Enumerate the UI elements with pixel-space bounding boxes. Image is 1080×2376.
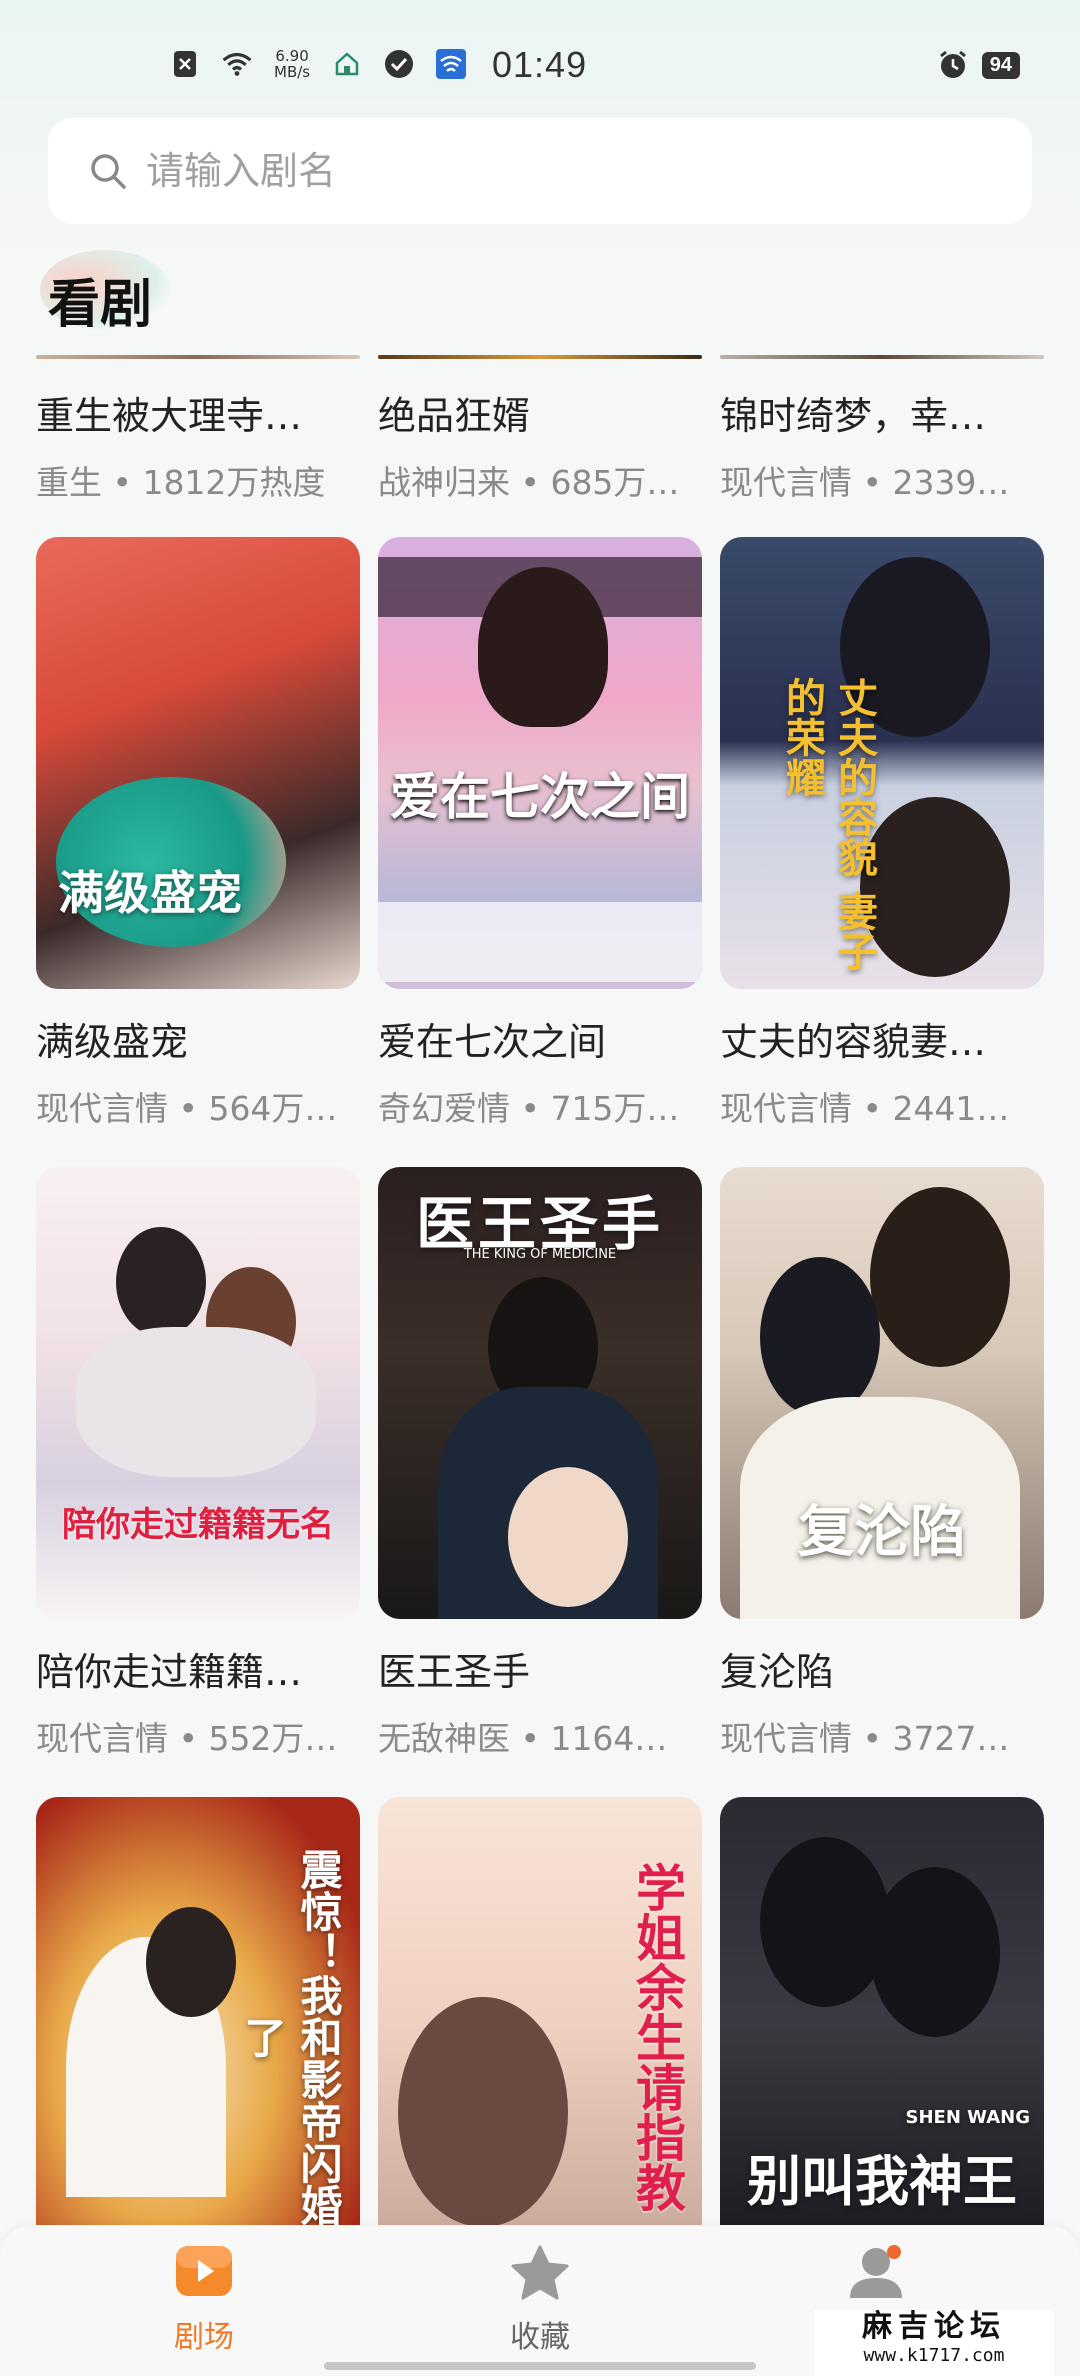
wifi-icon: [222, 49, 252, 79]
drama-meta: 奇幻爱情 • 715万…: [378, 1089, 680, 1128]
status-icons-right: 94: [938, 50, 1020, 80]
poster-subtitle: THE KING OF MEDICINE: [463, 1247, 617, 1262]
drama-poster[interactable]: SHEN WANG 别叫我神王: [720, 1797, 1044, 2225]
poster-figure: [870, 1187, 1010, 1367]
drama-title: 医王圣手: [378, 1650, 531, 1694]
battery-indicator: 94: [981, 51, 1020, 79]
drama-meta: 无敌神医 • 1164…: [378, 1719, 668, 1758]
poster-figure: [116, 1227, 206, 1337]
drama-meta: 重生 • 1812万热度: [36, 463, 326, 502]
poster-title: 震惊！我和影帝闪婚了: [238, 1848, 343, 2225]
nav-tab-theater[interactable]: 剧场: [124, 2244, 284, 2356]
drama-poster[interactable]: 丈夫的容貌 妻子的荣耀: [720, 537, 1044, 989]
poster-title: 别叫我神王: [747, 2149, 1017, 2213]
drama-poster[interactable]: 学姐余生请指教: [378, 1797, 702, 2225]
drama-meta: 现代言情 • 552万…: [36, 1719, 338, 1758]
drama-meta: 战神归来 • 685万…: [378, 463, 680, 502]
drama-card[interactable]: 学姐余生请指教: [378, 1797, 702, 2225]
drama-poster[interactable]: 医王圣手 THE KING OF MEDICINE: [378, 1167, 702, 1619]
drama-poster[interactable]: 复沦陷: [720, 1167, 1044, 1619]
home-indicator[interactable]: [324, 2362, 756, 2370]
poster-edge: [378, 355, 702, 359]
poster-edge: [720, 355, 1044, 359]
drama-meta: 现代言情 • 2339…: [720, 463, 1010, 502]
drama-poster[interactable]: 震惊！我和影帝闪婚了: [36, 1797, 360, 2225]
drama-card[interactable]: 爱在七次之间 爱在七次之间 奇幻爱情 • 715万…: [378, 537, 702, 1130]
poster-title: 满级盛宠: [58, 866, 242, 920]
clock: 01:49: [492, 44, 588, 85]
poster-title: 学姐余生请指教: [628, 1862, 687, 2212]
drama-card[interactable]: 重生被大理寺… 重生 • 1812万热度: [36, 355, 360, 504]
drama-poster[interactable]: 满级盛宠: [36, 537, 360, 989]
poster-figure: [860, 797, 1010, 977]
poster-figure: [508, 1467, 628, 1607]
app-icon: [436, 49, 467, 79]
network-speed: 6.90 MB/s: [274, 48, 310, 80]
drama-title: 重生被大理寺…: [36, 394, 303, 438]
watermark-title: 麻吉论坛: [862, 2309, 1006, 2344]
drama-card[interactable]: 陪你走过籍籍无名 陪你走过籍籍… 现代言情 • 552万…: [36, 1167, 360, 1760]
search-icon: [88, 151, 128, 191]
drama-card[interactable]: 满级盛宠 满级盛宠 现代言情 • 564万…: [36, 537, 360, 1130]
drama-card[interactable]: SHEN WANG 别叫我神王: [720, 1797, 1044, 2225]
drama-meta: 现代言情 • 3727…: [720, 1719, 1010, 1758]
drama-card[interactable]: 绝品狂婿 战神归来 • 685万…: [378, 355, 702, 504]
poster-figure: [760, 1837, 890, 2007]
drama-card[interactable]: 复沦陷 复沦陷 现代言情 • 3727…: [720, 1167, 1044, 1760]
nav-tab-favorites[interactable]: 收藏: [460, 2244, 620, 2356]
nfc-icon: [170, 49, 200, 79]
film-strip-bottom: [378, 902, 702, 982]
drama-title: 绝品狂婿: [378, 394, 531, 438]
poster-title: 丈夫的容貌 妻子的荣耀: [779, 677, 878, 971]
drama-card[interactable]: 锦时绮梦，幸… 现代言情 • 2339…: [720, 355, 1044, 504]
drama-title: 爱在七次之间: [378, 1020, 607, 1064]
drama-meta: 现代言情 • 564万…: [36, 1089, 338, 1128]
poster-figure: [760, 1257, 880, 1417]
drama-grid: 重生被大理寺… 重生 • 1812万热度 绝品狂婿 战神归来 • 685万… 锦…: [36, 355, 1044, 2225]
watermark: 麻吉论坛 www.k1717.com: [814, 2310, 1054, 2376]
drama-title: 丈夫的容貌妻…: [720, 1020, 987, 1064]
poster-title: 陪你走过籍籍无名: [62, 1505, 334, 1545]
search-input[interactable]: [146, 149, 946, 193]
status-bar: 6.90 MB/s 01:49 94: [0, 0, 1080, 130]
poster-figure: [146, 1907, 236, 2017]
watermark-url: www.k1717.com: [863, 2345, 1005, 2366]
poster-figure: [870, 1867, 1000, 2037]
poster-edge: [36, 355, 360, 359]
poster-title: 复沦陷: [798, 1499, 966, 1565]
poster-title: 爱在七次之间: [390, 767, 690, 826]
drama-card[interactable]: 震惊！我和影帝闪婚了: [36, 1797, 360, 2225]
speed-unit: MB/s: [274, 63, 311, 81]
poster-figure: [478, 567, 608, 727]
poster-figure: [76, 1327, 316, 1477]
drama-poster[interactable]: 陪你走过籍籍无名: [36, 1167, 360, 1619]
check-icon: [384, 49, 414, 79]
poster-subtitle: SHEN WANG: [905, 2107, 1030, 2128]
drama-title: 陪你走过籍籍…: [36, 1650, 303, 1694]
section-title: 看剧: [48, 275, 153, 335]
drama-title: 复沦陷: [720, 1650, 835, 1694]
alarm-icon: [938, 50, 968, 80]
star-icon: [511, 2245, 569, 2300]
drama-poster[interactable]: 爱在七次之间: [378, 537, 702, 989]
drama-title: 锦时绮梦，幸…: [720, 394, 987, 438]
search-bar[interactable]: [48, 118, 1032, 224]
drama-title: 满级盛宠: [36, 1020, 189, 1064]
drama-card[interactable]: 丈夫的容貌 妻子的荣耀 丈夫的容貌妻… 现代言情 • 2441…: [720, 537, 1044, 1130]
nav-tab-profile[interactable]: [796, 2244, 956, 2304]
nav-label: 收藏: [510, 2320, 570, 2355]
drama-card[interactable]: 医王圣手 THE KING OF MEDICINE 医王圣手 无敌神医 • 11…: [378, 1167, 702, 1760]
poster-figure: [398, 1997, 568, 2225]
drama-meta: 现代言情 • 2441…: [720, 1089, 1010, 1128]
status-icons-left: 6.90 MB/s: [170, 48, 467, 80]
profile-icon: [850, 2245, 902, 2298]
home-icon: [332, 49, 362, 79]
theater-icon: [176, 2246, 232, 2296]
nav-label: 剧场: [174, 2320, 234, 2355]
